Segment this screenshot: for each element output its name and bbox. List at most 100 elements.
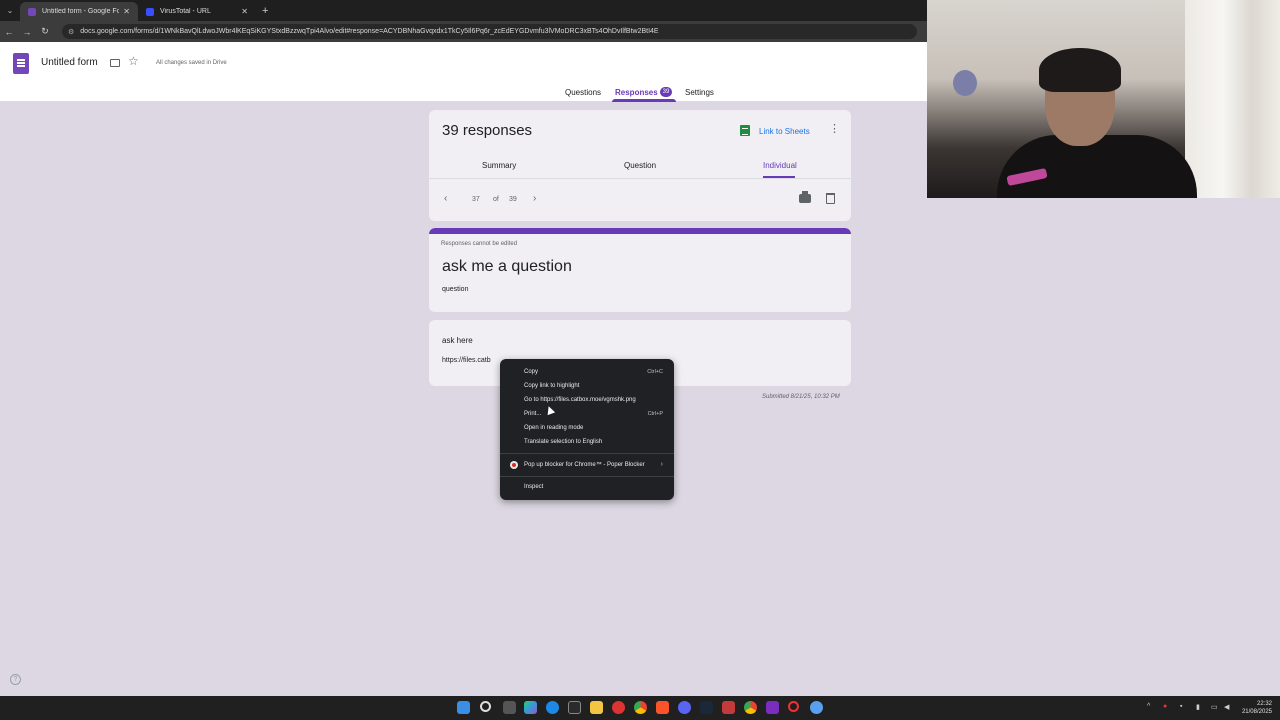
microphone-icon[interactable]: ▮	[1196, 703, 1200, 711]
answer-value[interactable]: https://files.catb	[442, 357, 491, 364]
windows-taskbar: ^ ● ▪ ▮ ▭ ◀ 22:32 21/08/2025	[0, 696, 1280, 720]
tab-questions[interactable]: Questions	[565, 88, 601, 97]
help-icon[interactable]: ?	[10, 674, 21, 685]
menu-item-extension[interactable]: Pop up blocker for Chrome™ - Poper Block…	[500, 458, 674, 472]
copilot-icon[interactable]	[524, 701, 537, 714]
menu-item-label: Copy	[524, 369, 539, 375]
forward-icon[interactable]: →	[18, 27, 36, 37]
menu-item-goto[interactable]: Go to https://files.catbox.moe/vgmshk.pn…	[500, 393, 674, 407]
menu-item-label: Print...	[524, 411, 542, 417]
tab-search-icon[interactable]: ⌄	[0, 0, 20, 21]
delete-icon[interactable]	[826, 193, 835, 204]
clock-time: 22:32	[1256, 701, 1272, 707]
chrome-icon[interactable]	[744, 701, 757, 714]
chevron-up-icon[interactable]: ^	[1147, 703, 1150, 710]
menu-item-copy[interactable]: Copy Ctrl+C	[500, 365, 674, 379]
poper-blocker-icon	[510, 461, 518, 469]
tab-responses[interactable]: Responses	[615, 88, 658, 97]
windows-start-icon[interactable]	[457, 701, 470, 714]
divider	[429, 178, 851, 179]
responses-count-badge: 39	[660, 87, 672, 97]
question-label: ask here	[442, 336, 473, 345]
menu-item-copy-link[interactable]: Copy link to highlight	[500, 379, 674, 393]
edge-icon[interactable]	[546, 701, 559, 714]
menu-item-print[interactable]: Print... Ctrl+P	[500, 407, 674, 421]
app-icon[interactable]	[722, 701, 735, 714]
close-tab-icon[interactable]: ✕	[241, 7, 248, 16]
clock-date: 21/08/2025	[1241, 709, 1272, 715]
forms-header: Untitled form ☆ All changes saved in Dri…	[0, 42, 927, 102]
opera-gx-icon[interactable]	[788, 701, 799, 712]
current-response-number[interactable]: 37	[472, 196, 480, 203]
webcam-person-body	[997, 135, 1197, 198]
form-heading: ask me a question	[442, 258, 572, 275]
link-to-sheets-button[interactable]: Link to Sheets	[759, 127, 810, 136]
active-tab-indicator	[612, 99, 676, 102]
chevron-right-icon: ›	[660, 461, 663, 468]
webcam-person-hair	[1039, 48, 1121, 92]
browser-tab-virustotal[interactable]: VirusTotal - URL ✕	[138, 2, 256, 21]
subtab-summary[interactable]: Summary	[482, 161, 516, 170]
reload-icon[interactable]: ↻	[36, 26, 54, 37]
new-tab-icon[interactable]: +	[262, 5, 268, 17]
forms-tabs: Questions Responses 39 Settings	[0, 82, 927, 102]
tray-app-icon[interactable]: ▪	[1180, 703, 1182, 710]
form-title[interactable]: Untitled form	[41, 57, 98, 68]
close-tab-icon[interactable]: ✕	[123, 7, 130, 16]
webcam-background-plant	[953, 70, 977, 96]
app-icon[interactable]	[568, 701, 581, 714]
tab-settings[interactable]: Settings	[685, 88, 714, 97]
file-explorer-icon[interactable]	[590, 701, 603, 714]
steam-icon[interactable]	[700, 701, 713, 714]
brave-icon[interactable]	[656, 701, 669, 714]
shortcut-label: Ctrl+P	[647, 411, 663, 417]
opera-icon[interactable]	[612, 701, 625, 714]
star-icon[interactable]: ☆	[128, 54, 139, 68]
search-icon[interactable]	[480, 701, 491, 712]
url-bar[interactable]: ⚙ docs.google.com/forms/d/1WNkBavQlLdwoJ…	[62, 24, 917, 39]
subtab-question[interactable]: Question	[624, 161, 656, 170]
site-info-icon[interactable]: ⚙	[68, 28, 74, 36]
menu-separator	[500, 453, 674, 454]
sheets-icon[interactable]	[740, 125, 750, 136]
menu-separator	[500, 476, 674, 477]
shortcut-label: Ctrl+C	[647, 369, 663, 375]
pager-of-label: of	[493, 196, 499, 203]
app-icon[interactable]	[766, 701, 779, 714]
tray-app-icon[interactable]: ●	[1163, 703, 1167, 710]
back-icon[interactable]: ←	[0, 27, 18, 37]
responses-summary-card: 39 responses Link to Sheets ⋮ Summary Qu…	[429, 110, 851, 221]
browser-tab-forms[interactable]: Untitled form - Google Forms ✕	[20, 2, 138, 21]
menu-item-translate[interactable]: Translate selection to English	[500, 435, 674, 449]
previous-response-icon[interactable]: ‹	[444, 193, 447, 204]
volume-icon[interactable]: ◀	[1224, 703, 1229, 711]
edit-notice: Responses cannot be edited	[441, 241, 518, 247]
network-icon[interactable]: ▭	[1211, 703, 1218, 711]
forms-favicon-icon	[28, 7, 36, 16]
chrome-icon[interactable]	[634, 701, 647, 714]
form-title-card: Responses cannot be edited ask me a ques…	[429, 228, 851, 312]
form-description: question	[442, 286, 469, 293]
tab-title: Untitled form - Google Forms	[42, 8, 120, 15]
tab-title: VirusTotal - URL	[160, 8, 211, 15]
task-view-icon[interactable]	[503, 701, 516, 714]
discord-icon[interactable]	[678, 701, 691, 714]
taskbar-clock[interactable]: 22:32 21/08/2025	[1238, 700, 1272, 716]
virustotal-favicon-icon	[146, 7, 154, 16]
url-text: docs.google.com/forms/d/1WNkBavQlLdwoJWb…	[80, 28, 659, 35]
menu-item-label: Pop up blocker for Chrome™ - Poper Block…	[524, 462, 645, 468]
app-icon[interactable]	[810, 701, 823, 714]
total-responses: 39	[509, 196, 517, 203]
address-toolbar: ← → ↻ ⚙ docs.google.com/forms/d/1WNkBavQ…	[0, 21, 927, 42]
menu-item-reading-mode[interactable]: Open in reading mode	[500, 421, 674, 435]
next-response-icon[interactable]: ›	[533, 193, 536, 204]
responses-count: 39 responses	[442, 122, 533, 139]
move-to-folder-icon[interactable]	[110, 59, 120, 67]
menu-item-inspect[interactable]: Inspect	[500, 480, 674, 494]
forms-logo-icon[interactable]	[13, 53, 29, 74]
more-options-icon[interactable]: ⋮	[829, 123, 840, 135]
webcam-overlay	[927, 0, 1280, 198]
print-icon[interactable]	[799, 191, 811, 203]
browser-tab-strip: ⌄ Untitled form - Google Forms ✕ VirusTo…	[0, 0, 927, 21]
subtab-individual[interactable]: Individual	[763, 161, 797, 170]
